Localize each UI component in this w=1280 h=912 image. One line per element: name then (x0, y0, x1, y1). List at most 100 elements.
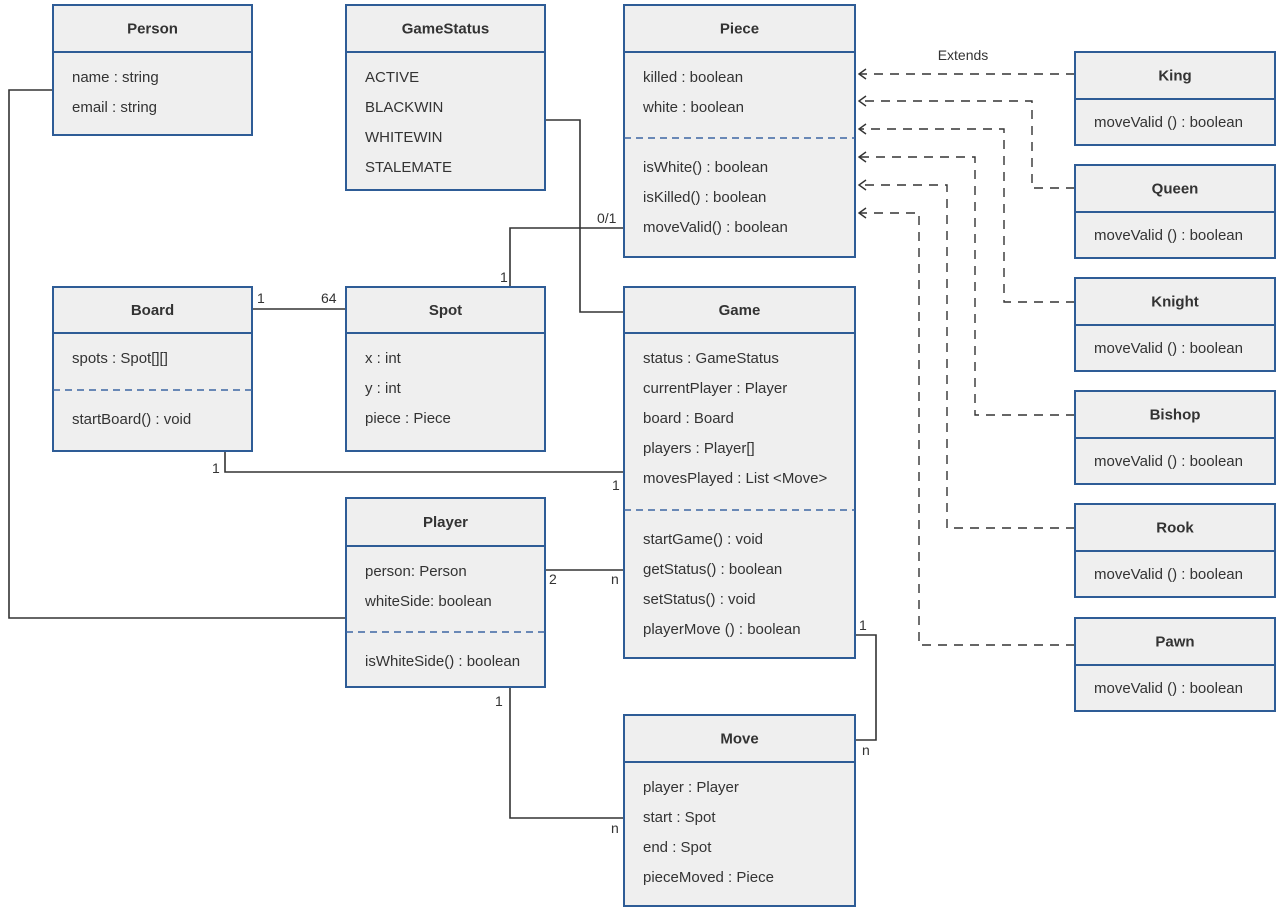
class-method: moveValid () : boolean (1094, 340, 1243, 357)
class-attribute: x : int (365, 350, 402, 367)
association-spot-piece: 1 0/1 (500, 210, 624, 287)
arrowhead-icon (857, 179, 867, 191)
class-attribute: board : Board (643, 410, 734, 427)
class-name: Rook (1156, 520, 1194, 537)
class-player[interactable]: Player person: Person whiteSide: boolean is… (345, 497, 546, 688)
class-attribute: killed : boolean (643, 69, 743, 86)
class-method: moveValid () : boolean (1094, 680, 1243, 697)
association-board-spot: 1 64 (252, 290, 346, 310)
class-attribute: currentPlayer : Player (643, 380, 787, 397)
multiplicity-label: 1 (257, 290, 265, 306)
class-name: Pawn (1155, 634, 1194, 651)
class-attribute: whiteSide: boolean (364, 593, 492, 610)
class-method: getStatus() : boolean (643, 561, 782, 578)
inheritance-line (860, 184, 1075, 529)
class-name: Spot (429, 302, 462, 319)
class-method: moveValid () : boolean (1094, 227, 1243, 244)
multiplicity-label: 64 (321, 290, 337, 306)
class-spot[interactable]: Spot x : int y : int piece : Piece (345, 286, 546, 452)
class-attribute: email : string (72, 99, 157, 116)
class-board[interactable]: Board spots : Spot[][] startBoard() : void (52, 286, 253, 452)
class-method: moveValid () : boolean (1094, 114, 1243, 131)
class-attribute: pieceMoved : Piece (643, 869, 774, 886)
arrowhead-icon (857, 95, 867, 107)
class-attribute: end : Spot (643, 839, 712, 856)
uml-class-diagram: 10/11 64112 n1n1n Personname : stringemail… (8, 4, 1276, 907)
extends-rook (857, 179, 1075, 529)
association-player-move: 1n (495, 687, 624, 836)
class-attribute: STALEMATE (365, 159, 452, 176)
class-name: GameStatus (402, 21, 490, 38)
multiplicity-label: 1 (495, 693, 503, 709)
class-rook[interactable]: Rook moveValid () : boolean (1074, 503, 1276, 598)
class-attribute: spots : Spot[][] (72, 350, 168, 367)
class-attribute: start : Spot (643, 809, 716, 826)
class-name: Game (719, 302, 761, 319)
class-name: Player (423, 514, 468, 531)
multiplicity-label: 1 (212, 460, 220, 476)
class-method: startBoard() : void (72, 411, 191, 428)
class-attribute: white : boolean (642, 99, 744, 116)
class-king[interactable]: King moveValid () : boolean (1074, 51, 1276, 146)
association-board-game: 11 (212, 451, 624, 493)
multiplicity-label: 0/1 (597, 210, 617, 226)
association-game-move: 1n (855, 617, 877, 758)
extends-pawn (857, 207, 1075, 646)
class-piece[interactable]: Piece killed : boolean white : boolean isWh… (623, 4, 856, 258)
multiplicity-label: n (611, 571, 619, 587)
class-name: King (1158, 68, 1191, 85)
class-queen[interactable]: Queen moveValid () : boolean (1074, 164, 1276, 259)
extends-bishop (857, 151, 1075, 416)
class-name: Board (131, 302, 174, 319)
inheritance-line (860, 100, 1075, 189)
class-method: setStatus() : void (643, 591, 756, 608)
multiplicity-label: 1 (500, 269, 508, 285)
class-attribute: name : string (72, 69, 159, 86)
multiplicity-label: n (862, 742, 870, 758)
class-method: playerMove () : boolean (643, 621, 801, 638)
inheritance-line (860, 128, 1075, 303)
class-attribute: BLACKWIN (365, 99, 443, 116)
class-attribute: status : GameStatus (643, 350, 779, 367)
class-attribute: piece : Piece (365, 410, 451, 427)
class-name: Queen (1152, 181, 1199, 198)
class-gamestatus[interactable]: GameStatus ACTIVE BLACKWIN WHITEWIN STALEMAT… (345, 4, 546, 191)
class-attribute: movesPlayed : List <Move> (643, 470, 827, 487)
class-pawn[interactable]: Pawn moveValid () : boolean (1074, 617, 1276, 712)
extends-queen (857, 95, 1075, 189)
class-name: Move (720, 731, 758, 748)
inheritance-line (860, 156, 1075, 416)
class-name: Knight (1151, 294, 1198, 311)
class-game[interactable]: Game status : GameStatus currentPlayer : P… (623, 286, 856, 659)
class-name: Bishop (1150, 407, 1201, 424)
class-method: moveValid () : boolean (1094, 453, 1243, 470)
class-method: startGame() : void (643, 531, 763, 548)
multiplicity-label: 1 (859, 617, 867, 633)
class-knight[interactable]: Knight moveValid () : boolean (1074, 277, 1276, 372)
class-method: moveValid () : boolean (1094, 566, 1243, 583)
association-line (509, 687, 624, 819)
class-method: isWhite() : boolean (643, 159, 768, 176)
extends-label: Extends (938, 47, 989, 63)
class-attribute: WHITEWIN (365, 129, 442, 146)
class-attribute: ACTIVE (365, 69, 419, 86)
association-line (224, 451, 624, 473)
extends-king (857, 68, 1075, 80)
inheritance-line (860, 212, 1075, 646)
class-name: Piece (720, 21, 759, 38)
association-line (855, 634, 877, 741)
class-attribute: person: Person (365, 563, 467, 580)
class-bishop[interactable]: Bishop moveValid () : boolean (1074, 390, 1276, 485)
multiplicity-label: n (611, 820, 619, 836)
class-method: isWhiteSide() : boolean (365, 653, 520, 670)
class-person[interactable]: Person name : string email : string (52, 4, 253, 136)
class-attribute: y : int (365, 380, 402, 397)
class-move[interactable]: Move player : Player start : Spot end : Spo… (623, 714, 856, 907)
association-player-game: 2n (545, 569, 624, 587)
class-attribute: player : Player (643, 779, 739, 796)
multiplicity-label: 2 (549, 571, 557, 587)
class-method: isKilled() : boolean (643, 189, 766, 206)
class-name: Person (127, 21, 178, 38)
class-method: moveValid() : boolean (643, 219, 788, 236)
class-attribute: players : Player[] (643, 440, 755, 457)
